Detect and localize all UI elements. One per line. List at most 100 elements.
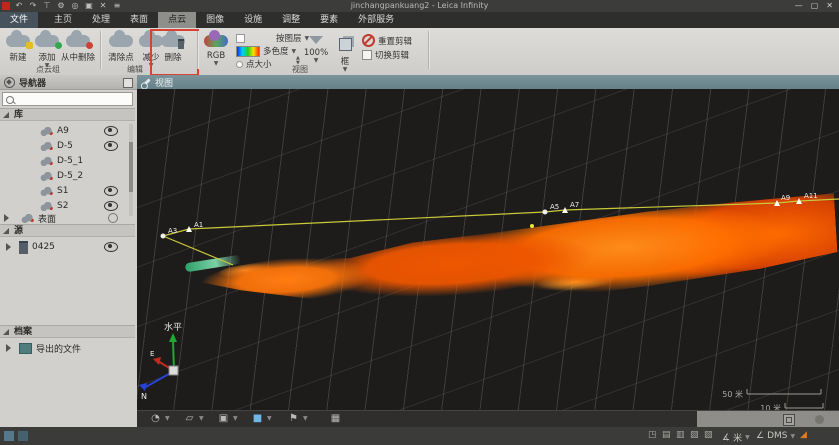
tree-item-d5-2[interactable]: D-5_2 bbox=[0, 169, 128, 183]
view-mode-button[interactable]: ▣▼ bbox=[217, 413, 238, 424]
cube-blue-icon: ■ bbox=[251, 413, 264, 424]
svg-text:A1: A1 bbox=[194, 221, 203, 229]
add-to-pointcloud-button[interactable]: 添加 ▼ bbox=[34, 30, 60, 68]
visibility-eye-icon[interactable] bbox=[104, 186, 118, 196]
clear-points-button[interactable]: 清除点 bbox=[104, 30, 138, 63]
axis-origin-cube bbox=[169, 366, 178, 375]
axis-gizmo: 水平 E N bbox=[139, 321, 182, 401]
svg-text:A3: A3 bbox=[168, 227, 177, 235]
marker-a3[interactable]: A3 bbox=[161, 227, 178, 239]
title-bar: ↶ ↷ ⊤ ⚙ ◎ ▣ ✕ ≡ jinchangpankuang2 - Leic… bbox=[0, 0, 839, 12]
tree-item-0425[interactable]: 0425 bbox=[0, 240, 128, 254]
tree-scrollbar[interactable] bbox=[129, 124, 133, 216]
section-source[interactable]: 源 bbox=[0, 224, 135, 237]
orbit-tool-button[interactable]: ◔▼ bbox=[149, 413, 170, 424]
close-button[interactable]: ✕ bbox=[826, 0, 833, 12]
group-label-pointcloud: 点云组 bbox=[8, 64, 88, 75]
tab-adjustments[interactable]: 调整 bbox=[272, 12, 310, 28]
tree-item-s2[interactable]: S2 bbox=[0, 199, 128, 213]
marker-a9[interactable]: A9 bbox=[774, 194, 790, 206]
section-inventory[interactable]: 库 bbox=[0, 108, 135, 121]
tab-processing[interactable]: 处理 bbox=[82, 12, 120, 28]
status-icon-left-2[interactable] bbox=[18, 431, 28, 441]
visibility-eye-icon[interactable] bbox=[104, 201, 118, 211]
pointcloud-icon bbox=[40, 142, 53, 151]
remove-from-pointcloud-button[interactable]: 从中删除 bbox=[58, 30, 98, 63]
checkbox-icon bbox=[362, 50, 372, 60]
multi-color-option[interactable]: 多色度 ▼ bbox=[236, 45, 296, 57]
marker-a7[interactable]: A7 bbox=[562, 201, 579, 213]
tree-item-surfaces[interactable]: 表面 bbox=[0, 213, 128, 223]
status-icon-columns[interactable]: ▥ bbox=[676, 430, 685, 440]
control-polyline-leg bbox=[163, 236, 233, 265]
section-archive[interactable]: 档案 bbox=[0, 325, 135, 338]
toggle-clip-checkbox[interactable]: 切换剪辑 bbox=[362, 49, 409, 61]
navigator-panel: 导航器 库 A9 D-5 D-5_1 D-5_2 S1 bbox=[0, 75, 139, 427]
visibility-eye-icon[interactable] bbox=[104, 141, 118, 151]
svg-text:A9: A9 bbox=[781, 194, 790, 202]
rgb-coloring-button[interactable]: RGB ▼ bbox=[201, 30, 231, 66]
cube-icon bbox=[339, 38, 352, 51]
new-pointcloud-button[interactable]: 新建 bbox=[2, 30, 34, 63]
visibility-eye-icon[interactable] bbox=[104, 242, 118, 252]
dropdown-caret-icon: ▼ bbox=[302, 58, 330, 63]
tab-file[interactable]: 文件 bbox=[0, 12, 38, 28]
svg-text:50 米: 50 米 bbox=[722, 389, 743, 399]
angle-glyph-icon: ∡ bbox=[722, 433, 730, 443]
marker-a1[interactable]: A1 bbox=[186, 221, 203, 232]
3d-viewport[interactable]: A3 A1 A5 A7 A9 A11 水平 bbox=[137, 89, 839, 410]
status-wedge-icon[interactable]: ◢ bbox=[800, 430, 807, 440]
tab-external-services[interactable]: 外部服务 bbox=[348, 12, 404, 28]
tab-point-clouds[interactable]: 点云 bbox=[158, 12, 196, 28]
status-icon-left-1[interactable] bbox=[4, 431, 14, 441]
tree-item-d5[interactable]: D-5 bbox=[0, 139, 128, 153]
collapsed-arrow-icon bbox=[6, 344, 11, 352]
grid-icon: ▦ bbox=[329, 413, 342, 424]
viewport-status-strip bbox=[697, 411, 839, 428]
visibility-eye-icon[interactable] bbox=[104, 126, 118, 136]
status-icon-table[interactable]: ▤ bbox=[662, 430, 671, 440]
status-icon-selection[interactable]: ◳ bbox=[648, 430, 657, 440]
collapsed-arrow-icon bbox=[4, 214, 9, 222]
cloud-new-icon bbox=[6, 35, 30, 47]
grid-toggle-button[interactable]: ▦ bbox=[329, 413, 342, 424]
tree-item-exported-files[interactable]: 导出的文件 bbox=[0, 341, 128, 355]
search-icon bbox=[6, 96, 14, 104]
dropdown-caret-icon: ▼ bbox=[201, 61, 231, 66]
status-icon-mesh[interactable]: ▨ bbox=[704, 430, 713, 440]
panel-pin-icon[interactable] bbox=[123, 78, 133, 88]
angle-unit-selector[interactable]: ∠ DMS▼ bbox=[756, 431, 795, 441]
marker-a11[interactable]: A11 bbox=[796, 192, 818, 204]
tree-item-s1[interactable]: S1 bbox=[0, 184, 128, 198]
marker-a5[interactable]: A5 bbox=[543, 203, 560, 215]
by-layer-option[interactable]: 按图层 ▼ bbox=[236, 32, 309, 44]
tab-infrastructure[interactable]: 设施 bbox=[234, 12, 272, 28]
restore-button[interactable]: ▢ bbox=[811, 0, 819, 12]
tab-imaging[interactable]: 图像 bbox=[196, 12, 234, 28]
measure-icon: ▱ bbox=[183, 413, 196, 424]
status-icon-layers[interactable]: ▧ bbox=[690, 430, 699, 440]
search-input[interactable] bbox=[17, 94, 131, 106]
length-unit-selector[interactable]: ∡ 米▼ bbox=[722, 431, 750, 444]
svg-text:A11: A11 bbox=[804, 192, 818, 200]
tab-surfaces[interactable]: 表面 bbox=[120, 12, 158, 28]
clip-cube-button[interactable]: ■▼ bbox=[251, 413, 272, 424]
tree-item-d5-1[interactable]: D-5_1 bbox=[0, 154, 128, 168]
reset-clip-button[interactable]: 重置剪辑 bbox=[362, 34, 412, 47]
layer-color-chip bbox=[236, 34, 245, 43]
file-icon bbox=[19, 241, 28, 254]
snapshot-button[interactable] bbox=[783, 414, 795, 426]
exported-files-icon bbox=[19, 343, 32, 354]
control-vertex-dot bbox=[530, 224, 534, 228]
cloud-rgb-icon bbox=[204, 35, 228, 47]
wrench-icon bbox=[142, 78, 150, 86]
flag-tool-button[interactable]: ⚑▼ bbox=[287, 413, 308, 424]
prohibition-icon bbox=[362, 34, 375, 47]
zoom-level-button[interactable]: 100% ▼ bbox=[302, 30, 330, 63]
tree-item-a9[interactable]: A9 bbox=[0, 124, 128, 138]
measure-tool-button[interactable]: ▱▼ bbox=[183, 413, 204, 424]
minimize-button[interactable]: — bbox=[795, 0, 803, 12]
tab-home[interactable]: 主页 bbox=[44, 12, 82, 28]
ribbon: 新建 添加 ▼ 从中删除 点云组 清除点 减少 ▼ 删除 编辑 bbox=[0, 28, 839, 76]
tab-features[interactable]: 要素 bbox=[310, 12, 348, 28]
